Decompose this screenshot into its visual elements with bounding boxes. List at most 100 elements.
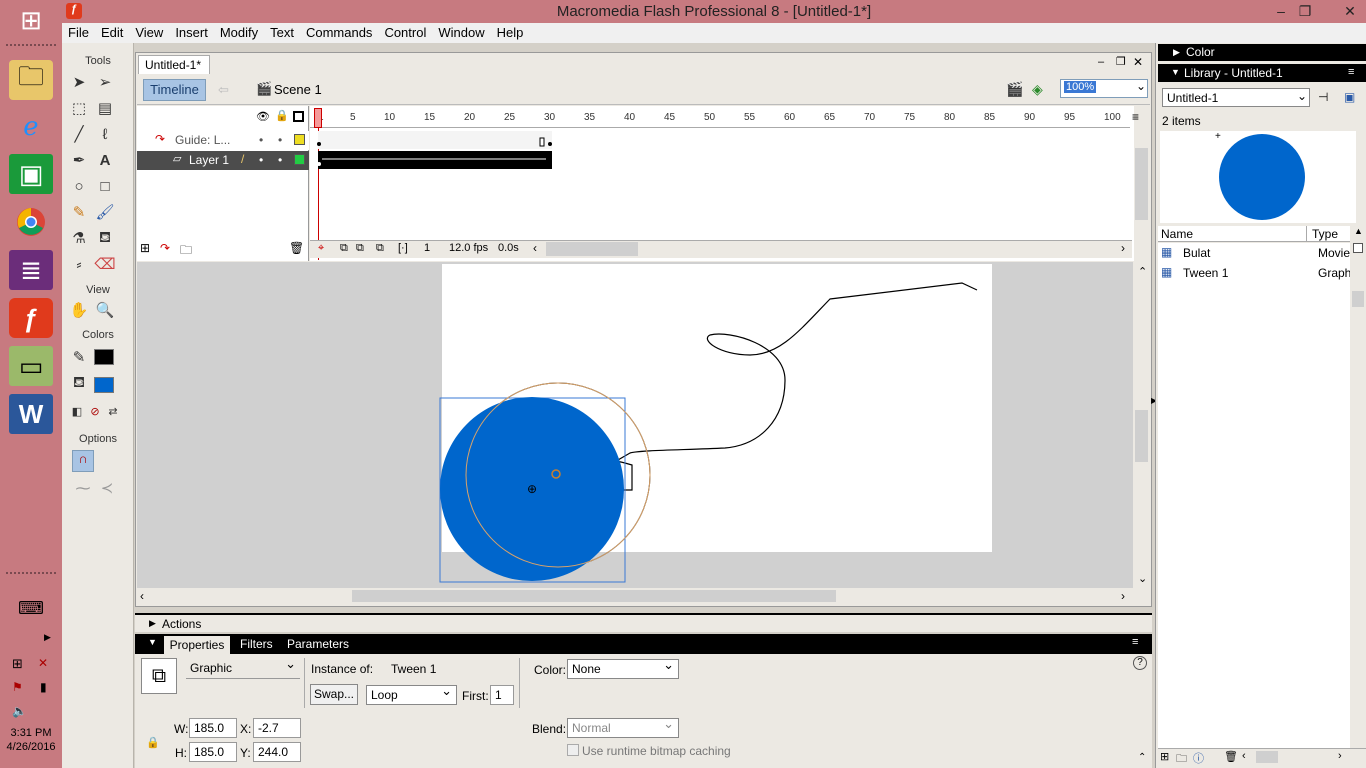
library-item-tween-1[interactable]: ▦ Tween 1 Graph [1160, 264, 1351, 284]
actions-panel-header[interactable]: ▶ Actions [135, 613, 1152, 632]
blend-select[interactable]: Normal [567, 716, 679, 738]
hand-tool-icon[interactable]: ✋ [68, 299, 90, 321]
layer-row-guide[interactable]: ↷ Guide: L... • • [137, 131, 309, 150]
delete-item-icon[interactable]: 🗑 [1224, 750, 1238, 763]
center-frame-icon[interactable]: ⌖ [318, 242, 324, 255]
eyedropper-tool-icon[interactable]: ⸗ [68, 253, 90, 275]
text-tool-icon[interactable]: A [94, 149, 116, 171]
timeline-toggle-button[interactable]: Timeline [143, 79, 206, 101]
playhead-marker[interactable] [314, 108, 322, 128]
width-input[interactable]: 185.0 [189, 718, 237, 738]
zoom-chevron-down-icon[interactable]: ⌄ [1136, 79, 1146, 93]
color-panel-header[interactable]: ▶ Color [1158, 44, 1366, 61]
sort-icon[interactable]: ▲ [1354, 226, 1363, 236]
eraser-tool-icon[interactable]: ⌫ [94, 253, 116, 275]
add-layer-icon[interactable]: ⊞ [140, 241, 150, 255]
col-type[interactable]: Type [1312, 227, 1338, 241]
doc-close-icon[interactable]: ✕ [1133, 55, 1143, 69]
lock-proportions-icon[interactable]: 🔒 [146, 736, 160, 749]
stage-scroll-right-icon[interactable]: › [1121, 589, 1125, 603]
menu-view[interactable]: View [129, 23, 169, 43]
collapse-arrow-icon[interactable]: ▼ [148, 637, 157, 647]
library-menu-icon[interactable]: ≡ [1348, 66, 1354, 78]
outline-color-yellow[interactable] [294, 134, 305, 145]
stage-scroll-left-icon[interactable]: ‹ [140, 589, 144, 603]
keyboard-icon[interactable]: ⌨ [9, 588, 53, 628]
library-item-bulat[interactable]: ▦ Bulat Movie [1160, 244, 1350, 264]
winrar-icon[interactable]: ≣ [9, 250, 53, 290]
battery-icon[interactable]: ▮ [40, 680, 47, 694]
chevron-right-icon[interactable]: ▶ [44, 632, 51, 643]
frames-grid[interactable] [310, 130, 1134, 170]
menu-file[interactable]: File [62, 23, 95, 43]
edit-scene-icon[interactable]: 🎬 [1006, 81, 1023, 98]
file-explorer-icon[interactable]: 🗀 [9, 60, 53, 100]
paint-bucket-tool-icon[interactable]: ⛾ [94, 227, 116, 249]
menu-edit[interactable]: Edit [95, 23, 129, 43]
new-symbol-icon[interactable]: ⊞ [1160, 750, 1169, 763]
timeline-scroll-thumb[interactable] [546, 242, 638, 256]
tab-filters[interactable]: Filters [240, 637, 273, 651]
line-tool-icon[interactable]: ╱ [68, 123, 90, 145]
color-effect-select[interactable]: None [567, 657, 679, 679]
menu-commands[interactable]: Commands [300, 23, 378, 43]
zoom-select[interactable]: 100% [1060, 79, 1148, 98]
stroke-color-swatch[interactable] [94, 349, 114, 365]
snap-to-objects-icon[interactable]: ∩ [72, 450, 94, 472]
timeline-menu-icon[interactable]: ≡ [1132, 110, 1139, 124]
flash-icon[interactable]: ƒ [9, 298, 53, 338]
zoom-tool-icon[interactable]: 🔍 [94, 299, 116, 321]
library-wide-view-icon[interactable] [1353, 243, 1363, 253]
stage-scroll-up-icon[interactable]: ⌃ [1138, 265, 1147, 278]
lock-dot[interactable]: • [278, 153, 282, 167]
menu-control[interactable]: Control [378, 23, 432, 43]
subselection-tool-icon[interactable]: ➢ [94, 71, 116, 93]
properties-icon[interactable]: ⓘ [1193, 750, 1204, 766]
new-library-panel-icon[interactable]: ▣ [1344, 90, 1355, 104]
visibility-dot[interactable]: • [259, 153, 263, 167]
gradient-transform-tool-icon[interactable]: ▤ [94, 97, 116, 119]
doc-restore-icon[interactable]: ❐ [1116, 55, 1126, 68]
chrome-icon[interactable] [9, 202, 53, 242]
modify-markers-icon[interactable]: [·] [398, 242, 408, 254]
lock-all-icon[interactable]: 🔒 [275, 109, 289, 122]
height-input[interactable]: 185.0 [189, 742, 237, 762]
help-icon[interactable]: ? [1133, 656, 1147, 670]
free-transform-tool-icon[interactable]: ⬚ [68, 97, 90, 119]
onion-skin-icon[interactable]: ⧉ [340, 242, 348, 255]
menu-modify[interactable]: Modify [214, 23, 264, 43]
word-icon[interactable]: W [9, 394, 53, 434]
outline-all-icon[interactable] [293, 111, 304, 122]
document-tab[interactable]: Untitled-1* [138, 55, 210, 74]
library-hscroll-thumb[interactable] [1256, 751, 1278, 763]
volume-icon[interactable]: 🔈 [12, 704, 27, 718]
properties-collapse-icon[interactable]: ⌃ [1138, 752, 1146, 763]
stage-scroll-down-icon[interactable]: ⌄ [1138, 572, 1147, 585]
pin-library-icon[interactable]: ⊣ [1318, 90, 1328, 104]
brush-tool-icon[interactable]: 🖌 [94, 201, 116, 223]
oval-tool-icon[interactable]: ○ [68, 175, 90, 197]
menu-text[interactable]: Text [264, 23, 300, 43]
library-panel-header[interactable]: ▼ Library - Untitled-1 ≡ [1158, 64, 1366, 82]
back-arrow-icon[interactable]: ⇦ [218, 82, 229, 98]
doc-minimize-icon[interactable]: – [1098, 56, 1104, 68]
edit-symbols-icon[interactable]: ◈ [1032, 81, 1043, 98]
library-vscroll-thumb[interactable] [1352, 291, 1364, 307]
stage-hscroll-thumb[interactable] [352, 590, 836, 602]
tab-parameters[interactable]: Parameters [287, 637, 349, 651]
taskbar-clock[interactable]: 3:31 PM 4/26/2016 [0, 726, 62, 754]
tab-properties[interactable]: Properties [164, 636, 230, 654]
network-icon[interactable]: ✕ [38, 656, 48, 670]
menu-insert[interactable]: Insert [169, 23, 214, 43]
onion-outlines-icon[interactable]: ⧉ [356, 242, 364, 255]
library-scroll-right-icon[interactable]: › [1338, 750, 1342, 762]
lasso-tool-icon[interactable]: ℓ [94, 123, 116, 145]
action-center-icon[interactable]: ⚑ [12, 680, 23, 694]
properties-menu-icon[interactable]: ≡ [1132, 636, 1138, 648]
col-name[interactable]: Name [1161, 227, 1193, 241]
internet-explorer-icon[interactable]: ℯ [9, 106, 53, 146]
transform-point-icon[interactable]: ⊕ [527, 482, 537, 496]
scroll-right-icon[interactable]: › [1121, 241, 1125, 255]
first-frame-input[interactable]: 1 [490, 685, 514, 705]
fill-color-swatch[interactable] [94, 377, 114, 393]
